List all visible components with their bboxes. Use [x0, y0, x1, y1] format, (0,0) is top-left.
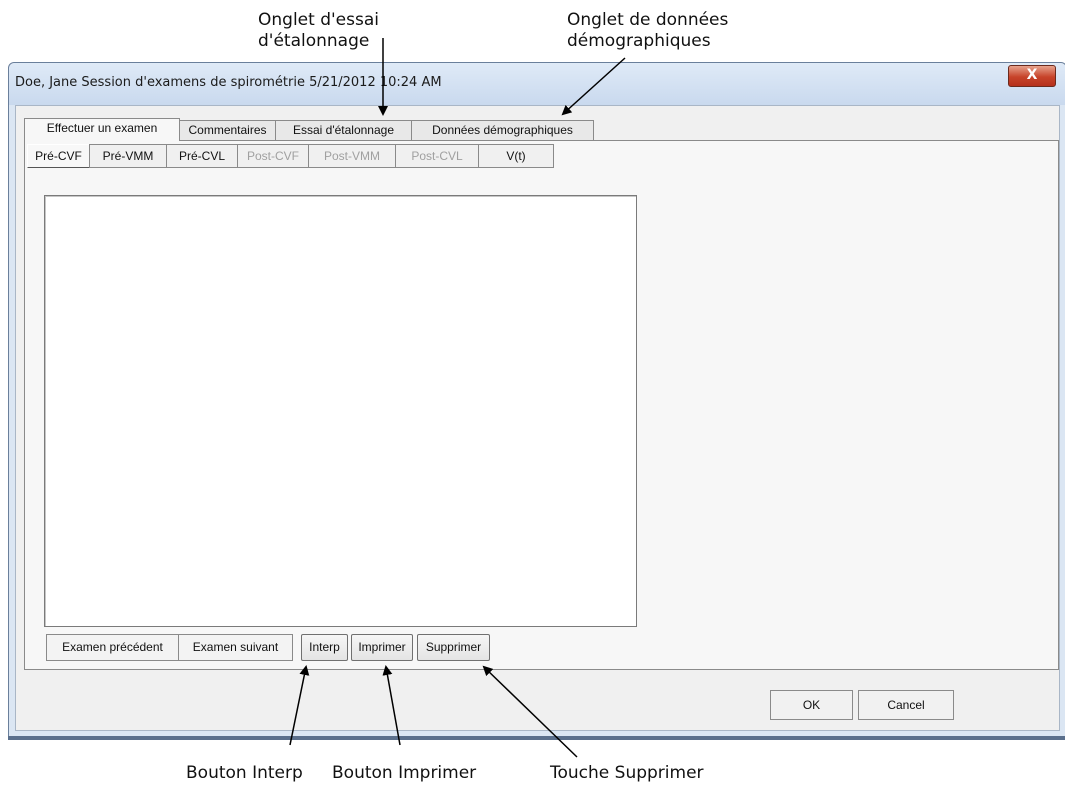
next-exam-button[interactable]: Examen suivant	[178, 634, 293, 661]
callout-delete-key: Touche Supprimer	[550, 763, 704, 783]
subtab-post-vmm: Post-VMM	[308, 144, 396, 168]
tab-comments[interactable]: Commentaires	[179, 120, 276, 140]
subtab-post-cvl: Post-CVL	[395, 144, 479, 168]
interp-button[interactable]: Interp	[301, 634, 348, 661]
callout-line-2: démographiques	[567, 31, 711, 51]
window-title: Doe, Jane Session d'examens de spirométr…	[15, 75, 442, 90]
callout-line-1: Onglet de données	[567, 10, 729, 30]
subtab-pre-vmm[interactable]: Pré-VMM	[89, 144, 167, 168]
callout-calibration-tab: Onglet d'essai d'étalonnage	[258, 10, 379, 52]
delete-button[interactable]: Supprimer	[417, 634, 490, 661]
ok-button[interactable]: OK	[770, 690, 853, 720]
callout-demographics-tab: Onglet de données démographiques	[567, 10, 728, 52]
callout-print-button: Bouton Imprimer	[332, 763, 477, 783]
subtab-volume-time[interactable]: V(t)	[478, 144, 554, 168]
tab-demographics[interactable]: Données démographiques	[411, 120, 594, 140]
callout-line-2: d'étalonnage	[258, 31, 370, 51]
cancel-button[interactable]: Cancel	[858, 690, 954, 720]
subtab-post-cvf: Post-CVF	[237, 144, 309, 168]
callout-interp-button: Bouton Interp	[186, 763, 303, 783]
previous-exam-button[interactable]: Examen précédent	[46, 634, 179, 661]
close-icon: X	[1026, 67, 1038, 83]
close-button[interactable]: X	[1008, 65, 1056, 87]
print-button[interactable]: Imprimer	[351, 634, 413, 661]
callout-line-1: Onglet d'essai	[258, 10, 379, 30]
perform-exam-panel: Pré-CVF Pré-VMM Pré-CVL Post-CVF Post-VM…	[24, 140, 1059, 670]
subtab-pre-cvf[interactable]: Pré-CVF	[27, 144, 90, 168]
spirometry-session-window: Doe, Jane Session d'examens de spirométr…	[8, 62, 1065, 738]
title-bar[interactable]: Doe, Jane Session d'examens de spirométr…	[9, 63, 1065, 105]
window-bottom-edge	[8, 736, 1065, 740]
tab-calibration[interactable]: Essai d'étalonnage	[275, 120, 412, 140]
dialog-client-area: Effectuer un examen Commentaires Essai d…	[15, 105, 1060, 731]
curve-display-area	[44, 195, 637, 627]
tab-perform-exam[interactable]: Effectuer un examen	[24, 118, 180, 141]
subtab-pre-cvl[interactable]: Pré-CVL	[166, 144, 238, 168]
